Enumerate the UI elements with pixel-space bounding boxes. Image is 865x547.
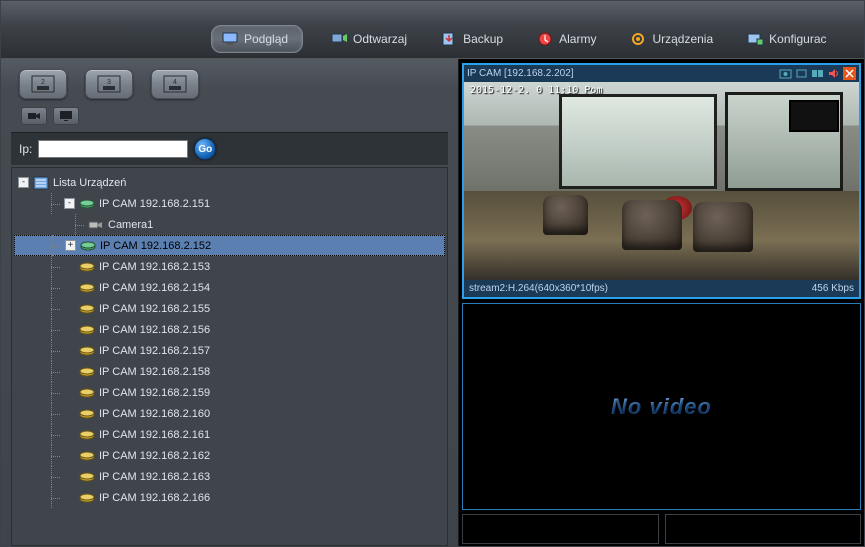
tree-device-node[interactable]: IP CAM 192.168.2.154 [14,277,445,298]
main-tabs: Podgląd Odtwarzaj Backup Alarmy Urządzen… [211,25,833,53]
tree-device-node[interactable]: IP CAM 192.168.2.157 [14,340,445,361]
svg-text:4: 4 [173,79,177,86]
close-icon[interactable] [843,67,856,80]
tree-device-node[interactable]: IP CAM 192.168.2.155 [14,298,445,319]
tree-device-node[interactable]: IP CAM 192.168.2.163 [14,466,445,487]
view-camera-button[interactable] [21,107,47,125]
ip-label: Ip: [19,142,32,156]
ip-search-row: Ip: Go [11,132,448,165]
config-icon [747,31,763,47]
tab-config-label: Konfigurac [769,32,826,46]
video-tile-4[interactable] [665,514,862,544]
tab-playback-label: Odtwarzaj [353,32,407,46]
tree-device-node[interactable]: IP CAM 192.168.2.161 [14,424,445,445]
tree-device-node[interactable]: IP CAM 192.168.2.153 [14,256,445,277]
tree-device-node[interactable]: IP CAM 192.168.2.158 [14,361,445,382]
tab-backup-label: Backup [463,32,503,46]
snapshot-icon[interactable] [779,67,792,80]
tree-device-node[interactable]: IP CAM 192.168.2.160 [14,403,445,424]
backup-icon [441,31,457,47]
bitrate-info: 456 Kbps [812,283,854,294]
tree-root-node[interactable]: -Lista Urządzeń [14,172,445,193]
tree-device-node[interactable]: IP CAM 192.168.2.159 [14,382,445,403]
record-icon[interactable] [795,67,808,80]
playback-icon [331,31,347,47]
tab-alarms[interactable]: Alarmy [531,27,602,51]
tree-device-node[interactable]: IP CAM 192.168.2.166 [14,487,445,508]
tab-alarms-label: Alarmy [559,32,596,46]
tree-camera-node[interactable]: Camera1 [14,214,445,235]
video-tile-3[interactable] [462,514,659,544]
device-tree[interactable]: -Lista Urządzeń-IP CAM 192.168.2.151Came… [11,167,448,546]
gear-icon [630,31,646,47]
video-tile-row-bottom [462,514,861,544]
tree-device-node[interactable]: IP CAM 192.168.2.156 [14,319,445,340]
stream-info: stream2:H.264(640x360*10fps) [469,283,608,294]
view-mode-buttons [21,107,448,125]
tree-device-node[interactable]: +IP CAM 192.168.2.152 [14,235,445,256]
ip-input[interactable] [38,140,188,158]
layout-buttons: 2 3 4 [19,69,448,99]
layout-4-button[interactable]: 4 [151,69,199,99]
top-toolbar: Podgląd Odtwarzaj Backup Alarmy Urządzen… [1,1,864,59]
video-grid: IP CAM [192.168.2.202] 2015-12-2. 0 11:1… [459,59,864,546]
video-tile-2[interactable]: No video [462,303,861,510]
camera-live-image: 2015-12-2. 0 11:10 Pom [464,82,859,280]
tab-preview-label: Podgląd [244,32,288,46]
tab-playback[interactable]: Odtwarzaj [325,27,413,51]
audio-icon[interactable] [827,67,840,80]
layout-2-button[interactable]: 2 [19,69,67,99]
no-video-text: No video [611,394,712,420]
tab-backup[interactable]: Backup [435,27,509,51]
tab-preview[interactable]: Podgląd [211,25,303,53]
sidebar: 2 3 4 Ip: Go -Lista Urządzeń-IP CAM 192.… [1,59,459,546]
video-tile-1[interactable]: IP CAM [192.168.2.202] 2015-12-2. 0 11:1… [462,63,861,299]
tab-config[interactable]: Konfigurac [741,27,832,51]
tab-devices[interactable]: Urządzenia [624,27,719,51]
layout-3-button[interactable]: 3 [85,69,133,99]
go-button[interactable]: Go [194,138,216,160]
monitor-icon [222,31,238,47]
split-icon[interactable] [811,67,824,80]
view-monitor-button[interactable] [53,107,79,125]
tree-device-node[interactable]: -IP CAM 192.168.2.151 [14,193,445,214]
tree-device-node[interactable]: IP CAM 192.168.2.162 [14,445,445,466]
tab-devices-label: Urządzenia [652,32,713,46]
svg-text:3: 3 [107,79,111,86]
alarm-icon [537,31,553,47]
video-tile-1-title: IP CAM [192.168.2.202] [467,68,574,79]
svg-text:2: 2 [41,79,45,86]
